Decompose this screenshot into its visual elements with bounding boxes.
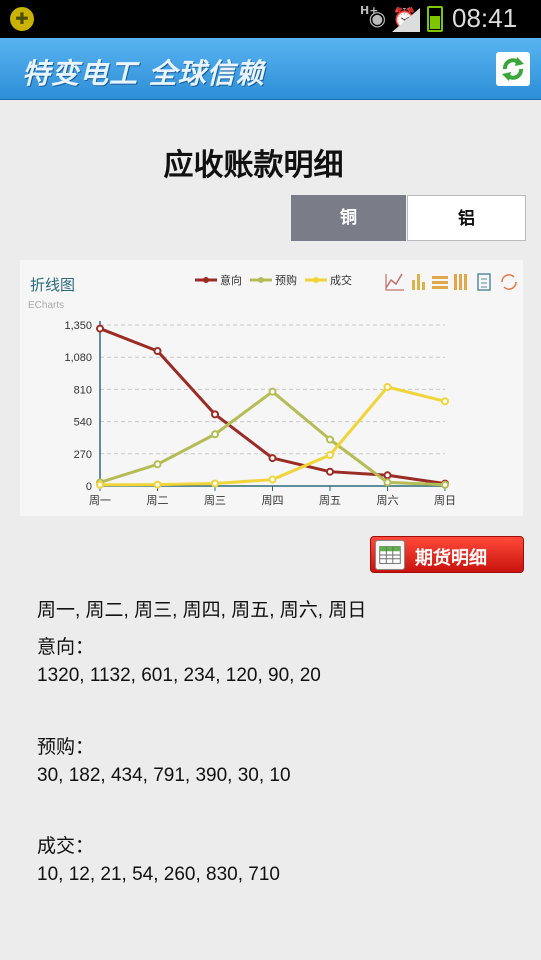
yugou-values: 30, 182, 434, 791, 390, 30, 10 (37, 765, 291, 786)
data-point (441, 480, 449, 489)
legend-marker (203, 277, 209, 283)
restore-icon[interactable] (501, 274, 517, 290)
x-tick-label: 周六 (377, 494, 399, 507)
icon-doc (477, 273, 491, 291)
legend-marker (313, 277, 319, 283)
data-point (211, 479, 219, 488)
data-point (268, 475, 277, 484)
icon-bar (417, 274, 420, 290)
legend-label: 意向 (220, 273, 242, 287)
x-tick-label: 周日 (434, 494, 456, 507)
x-tick-label: 周一 (89, 494, 111, 507)
network-type: H+ (360, 4, 379, 17)
tab-copper[interactable]: 铜 (291, 195, 406, 241)
y-tick-label: 1,080 (64, 352, 92, 364)
futures-detail-button[interactable]: 期货明细 (370, 536, 524, 573)
status-bar: ✚ ◉⏰ H+ 08:41 (0, 0, 541, 38)
spreadsheet-icon (375, 540, 405, 570)
tab-aluminum[interactable]: 铝 (407, 195, 526, 241)
legend-label: 预购 (275, 273, 297, 287)
icon-bar (412, 280, 415, 290)
icon-bar (422, 282, 425, 290)
x-tick-label: 周四 (262, 494, 284, 507)
data-point (96, 324, 104, 333)
line-chart-panel: 折线图 ECharts 0 270 540 810 1,080 1,350 周一 周二 周三 周四 周五… (20, 260, 523, 516)
y-tick-label: 1,350 (64, 320, 92, 332)
data-point (96, 480, 104, 489)
data-point (268, 387, 277, 396)
icon-arc (503, 281, 517, 290)
icon-stack-bar (432, 276, 448, 279)
bar-chart-icon[interactable] (412, 274, 425, 290)
x-tick-label: 周三 (204, 494, 226, 507)
data-point (326, 435, 334, 444)
x-tick-label: 周五 (319, 494, 341, 507)
icon-stack-bar (432, 281, 448, 284)
data-point (326, 450, 334, 459)
data-point (441, 397, 449, 406)
data-point (211, 410, 219, 419)
yixiang-label: 意向： (37, 637, 95, 658)
icon-stack-bar (432, 286, 448, 289)
data-point (153, 480, 162, 489)
chengjiao-label: 成交： (37, 836, 95, 857)
page-title: 应收账款明细 (163, 148, 344, 183)
y-tick-label: 540 (74, 417, 92, 429)
yixiang-values: 1320, 1132, 601, 234, 120, 90, 20 (37, 665, 321, 686)
battery-icon (427, 6, 443, 32)
y-tick-label: 810 (74, 384, 92, 396)
line-chart-icon[interactable] (385, 273, 404, 291)
series-line-2 (99, 390, 446, 487)
y-tick-label: 0 (86, 481, 92, 493)
series-line-3 (99, 385, 446, 487)
tiled-icon[interactable] (454, 274, 467, 290)
x-tick-label: 周二 (147, 494, 169, 507)
data-point (153, 346, 162, 355)
data-point (383, 471, 392, 480)
signal-icon (392, 8, 420, 32)
line-chart: 折线图 ECharts 0 270 540 810 1,080 1,350 周一 周二 周三 周四 周五… (28, 273, 517, 507)
yugou-label: 预购： (37, 737, 95, 758)
icon-tile-bar (464, 274, 467, 290)
chart-title: 折线图 (30, 277, 75, 294)
stack-icon[interactable] (432, 276, 448, 289)
status-clock: 08:41 (452, 3, 518, 33)
data-view-icon[interactable] (477, 273, 491, 291)
data-point (268, 454, 277, 463)
app-header: 特变电工 全球信赖 (0, 38, 541, 100)
categories-line: 周一, 周二, 周三, 周四, 周五, 周六, 周日 (37, 600, 367, 621)
y-tick-label: 270 (74, 449, 92, 461)
data-point (211, 430, 219, 439)
legend-label: 成交 (330, 273, 352, 287)
data-point (383, 383, 392, 392)
icon-arc (501, 274, 515, 283)
notification-app-icon[interactable]: ✚ (10, 7, 34, 31)
data-point (383, 478, 392, 487)
data-point (153, 460, 162, 469)
refresh-icon[interactable] (496, 52, 530, 86)
chengjiao-values: 10, 12, 21, 54, 260, 830, 710 (37, 864, 280, 885)
icon-tile-bar (459, 274, 462, 290)
chart-subtitle: ECharts (28, 300, 64, 311)
icon-tile-bar (454, 274, 457, 290)
data-point (326, 467, 334, 476)
line-chart-glyph (385, 273, 403, 289)
brand-logo-text: 特变电工 全球信赖 (22, 57, 265, 90)
futures-detail-label: 期货明细 (415, 548, 487, 569)
legend-marker (258, 277, 264, 283)
